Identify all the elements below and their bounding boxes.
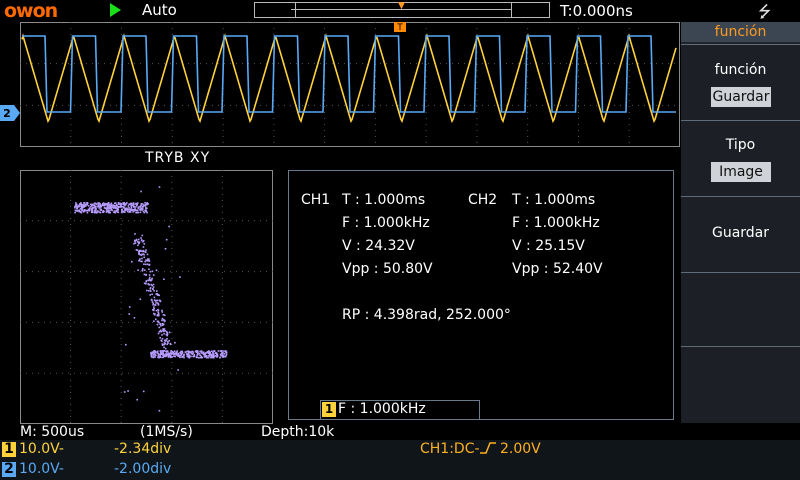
trigger-status: CH1:DC- 2.00V <box>420 441 541 457</box>
ch2-period: T : 1.000ms <box>512 192 596 208</box>
memory-depth: Depth:10k <box>261 424 335 440</box>
channel-1-offset: -2.34div <box>114 441 172 457</box>
brand-logo: owon <box>4 0 58 22</box>
time-offset: T:0.000ns <box>560 2 633 20</box>
menu-item-value: Guardar <box>711 87 771 107</box>
frequency-counter-value: F : 1.000kHz <box>338 401 426 417</box>
menu-item-type[interactable]: Tipo Image <box>681 120 800 197</box>
channel-1-scale: 10.0V- <box>19 441 64 457</box>
ch1-period: T : 1.000ms <box>342 192 426 208</box>
ch2-level-marker-icon[interactable]: 2 <box>0 104 20 122</box>
menu-title: función <box>681 22 800 42</box>
menu-item-value: Image <box>711 162 771 182</box>
run-mode-label: Auto <box>142 1 177 19</box>
timebase-status: M: 500us <box>20 424 84 440</box>
ch2-name: CH2 <box>468 192 498 208</box>
menu-item-empty[interactable] <box>681 272 800 347</box>
menu-item-label: función <box>714 62 767 78</box>
timebase: M: 500us <box>20 424 85 440</box>
channel-badge: 1 <box>322 402 336 417</box>
menu-item-function[interactable]: función Guardar <box>681 44 800 121</box>
timeline-bar[interactable]: ▼ <box>254 1 550 18</box>
channel-2-bar[interactable]: 2 10.0V- -2.00div <box>0 460 800 480</box>
channel-2-badge: 2 <box>2 462 16 477</box>
channel-1-badge: 1 <box>2 442 16 457</box>
ch1-frequency: F : 1.000kHz <box>342 215 430 231</box>
channel-2-offset: -2.00div <box>114 461 172 477</box>
menu-item-empty[interactable] <box>681 346 800 423</box>
xy-plot[interactable] <box>20 170 273 424</box>
svg-text:2: 2 <box>3 107 11 120</box>
frequency-counter: 1F : 1.000kHz <box>320 400 480 420</box>
rising-edge-icon <box>479 442 496 454</box>
menu-item-save[interactable]: Guardar <box>681 196 800 273</box>
svg-text:T: T <box>396 23 403 33</box>
ch2-voltage: V : 25.15V <box>512 238 585 254</box>
ch2-vpp: Vpp : 52.40V <box>512 261 603 277</box>
measurement-panel: CH1 T : 1.000ms F : 1.000kHz V : 24.32V … <box>288 170 674 420</box>
ch2-frequency: F : 1.000kHz <box>512 215 600 231</box>
ch1-voltage: V : 24.32V <box>342 238 415 254</box>
sample-rate: (1MS/s) <box>140 424 193 440</box>
ch1-vpp: Vpp : 50.80V <box>342 261 433 277</box>
menu-item-label: Guardar <box>711 225 770 241</box>
run-state-icon[interactable] <box>110 3 121 17</box>
waveform-display[interactable]: T <box>20 22 680 148</box>
timeline-tick <box>295 3 296 17</box>
channel-2-scale: 10.0V- <box>19 461 64 477</box>
timeline-tick <box>511 3 512 17</box>
trigger-marker-icon[interactable]: T <box>394 22 406 33</box>
timeline-position-icon: ▼ <box>398 1 405 11</box>
menu-item-label: Tipo <box>725 137 756 153</box>
phase-readout: RP : 4.398rad, 252.000° <box>342 307 511 323</box>
ch1-name: CH1 <box>301 192 331 208</box>
xy-mode-label: TRYB XY <box>145 150 211 166</box>
channel-1-bar[interactable]: 1 10.0V- -2.34div CH1:DC- 2.00V <box>0 440 800 460</box>
